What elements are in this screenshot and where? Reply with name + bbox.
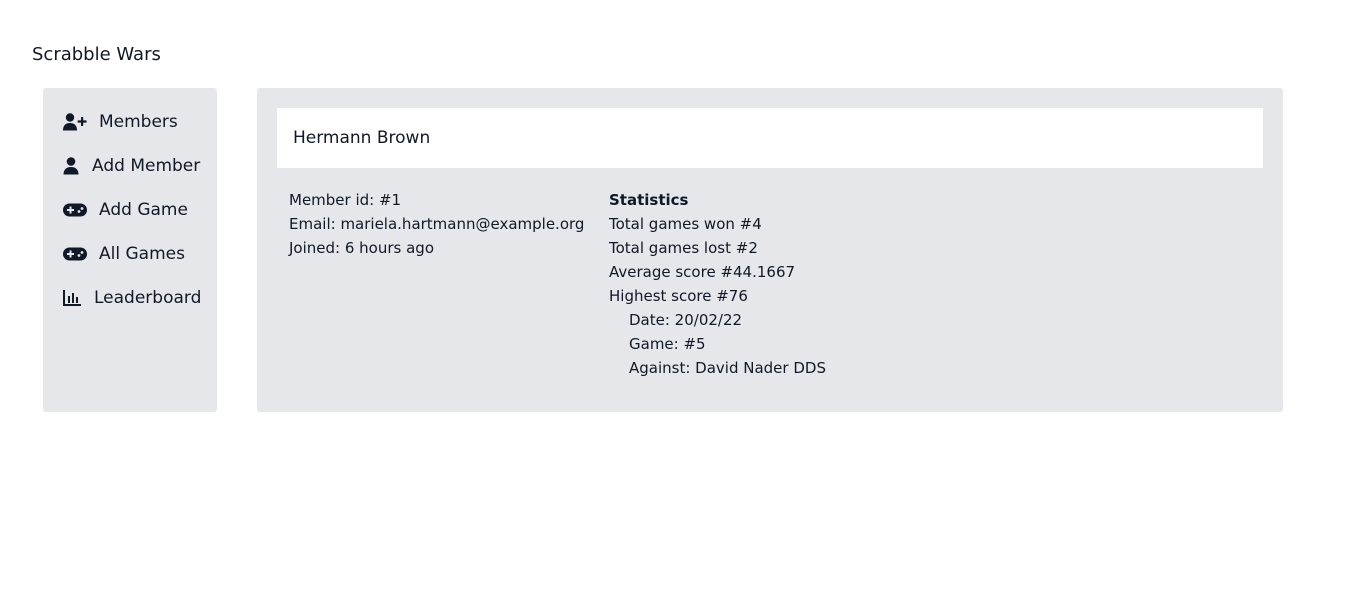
sidebar-item-leaderboard[interactable]: Leaderboard — [63, 286, 201, 310]
member-detail-panel: Hermann Brown Member id: #1 Email: marie… — [257, 88, 1283, 412]
app-title: Scrabble Wars — [32, 44, 161, 65]
highest-score: Highest score #76 — [609, 287, 748, 305]
average-score: Average score #44.1667 — [609, 263, 796, 281]
sidebar-item-add-member[interactable]: Add Member — [63, 154, 200, 178]
sidebar-item-label: Add Member — [92, 156, 201, 176]
sidebar-item-label: Leaderboard — [94, 288, 202, 308]
sidebar-item-all-games[interactable]: All Games — [63, 242, 185, 266]
sidebar-item-label: Add Game — [99, 200, 188, 220]
sidebar-item-label: Members — [99, 112, 178, 132]
highest-score-date: Date: 20/02/22 — [629, 311, 743, 329]
member-id: Member id: #1 — [289, 191, 402, 209]
user-icon — [63, 157, 80, 175]
member-name-header: Hermann Brown — [277, 108, 1263, 168]
member-statistics: Statistics Total games won #4 Total game… — [609, 188, 826, 380]
member-info: Member id: #1 Email: mariela.hartmann@ex… — [289, 188, 584, 260]
gamepad-icon — [63, 203, 87, 217]
sidebar: Members Add Member Add Game All Games Le… — [43, 88, 217, 412]
gamepad-icon — [63, 247, 87, 261]
sidebar-item-add-game[interactable]: Add Game — [63, 198, 188, 222]
statistics-heading: Statistics — [609, 191, 689, 209]
member-email: Email: mariela.hartmann@example.org — [289, 215, 585, 233]
games-won: Total games won #4 — [609, 215, 762, 233]
highest-score-opponent: Against: David Nader DDS — [629, 359, 826, 377]
games-lost: Total games lost #2 — [609, 239, 758, 257]
member-joined: Joined: 6 hours ago — [289, 239, 434, 257]
highest-score-game: Game: #5 — [629, 335, 706, 353]
sidebar-item-label: All Games — [99, 244, 185, 264]
user-plus-icon — [63, 113, 87, 131]
bar-chart-icon — [63, 290, 82, 306]
sidebar-item-members[interactable]: Members — [63, 110, 178, 134]
